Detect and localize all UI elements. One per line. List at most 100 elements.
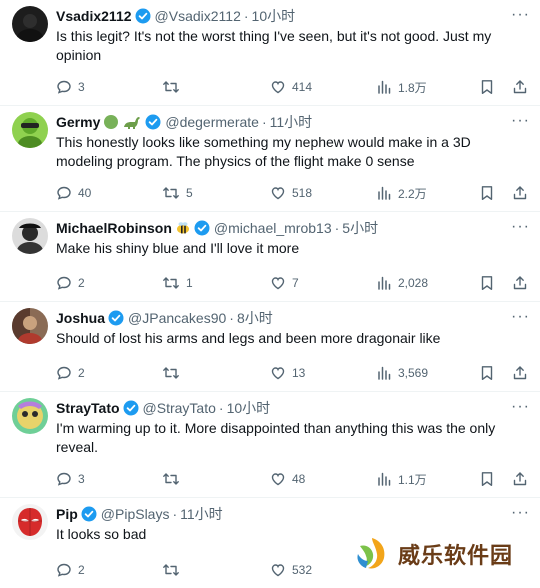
- more-options-icon[interactable]: ···: [511, 308, 530, 326]
- retweet-button[interactable]: 1: [162, 273, 193, 293]
- reply-button[interactable]: 3: [56, 77, 85, 97]
- separator-dot: ·: [243, 8, 249, 24]
- views-count: 1.8万: [398, 80, 427, 95]
- like-count: 414: [292, 80, 313, 94]
- share-button[interactable]: [512, 273, 528, 293]
- timestamp[interactable]: 11小时: [270, 112, 313, 132]
- bookmark-button[interactable]: [480, 77, 494, 97]
- sauropod-emoji-icon: [122, 114, 142, 130]
- avatar[interactable]: [12, 398, 48, 434]
- retweet-button[interactable]: [162, 560, 186, 580]
- reply-tweet[interactable]: StrayTato @StrayTato · 10小时 ··· I'm warm…: [0, 392, 540, 498]
- views-button[interactable]: 3,569: [376, 363, 428, 383]
- reply-count: 2: [78, 366, 85, 380]
- share-button[interactable]: [512, 183, 528, 203]
- author-handle[interactable]: @Vsadix2112: [155, 8, 241, 24]
- author-name[interactable]: Joshua: [56, 310, 105, 326]
- timestamp[interactable]: 10小时: [252, 6, 296, 26]
- reply-tweet[interactable]: Germy @degermerate · 11小时 ··· This hones…: [0, 106, 540, 212]
- bookmark-button[interactable]: [480, 273, 494, 293]
- share-icon: [513, 186, 527, 200]
- avatar[interactable]: [12, 6, 48, 42]
- heart-icon: [271, 187, 285, 200]
- timestamp[interactable]: 11小时: [180, 504, 223, 524]
- avatar[interactable]: [12, 504, 48, 540]
- action-bar: 40 5 518 2.2万: [56, 183, 530, 203]
- more-options-icon[interactable]: ···: [511, 218, 530, 236]
- reply-tweet[interactable]: Joshua @JPancakes90 · 8小时 ··· Should of …: [0, 302, 540, 392]
- site-watermark: 威乐软件园: [348, 532, 518, 576]
- like-button[interactable]: 7: [270, 273, 299, 293]
- verified-badge-icon: [108, 310, 124, 326]
- reply-button[interactable]: 2: [56, 273, 85, 293]
- author-name[interactable]: MichaelRobinson: [56, 220, 172, 236]
- heart-icon: [271, 81, 285, 94]
- share-button[interactable]: [512, 469, 528, 489]
- watermark-text: 威乐软件园: [398, 543, 514, 569]
- reply-button[interactable]: 2: [56, 560, 85, 580]
- views-button[interactable]: 2,028: [376, 273, 428, 293]
- action-bar: 2 1 7 2,028: [56, 273, 530, 293]
- timestamp[interactable]: 10小时: [227, 398, 271, 418]
- retweet-button[interactable]: 5: [162, 183, 193, 203]
- avatar[interactable]: [12, 218, 48, 254]
- author-handle[interactable]: @michael_mrob13: [214, 220, 332, 236]
- retweet-icon: [163, 187, 179, 199]
- reply-icon: [57, 563, 71, 577]
- reply-button[interactable]: 3: [56, 469, 85, 489]
- like-count: 7: [292, 276, 299, 290]
- author-name[interactable]: Pip: [56, 506, 78, 522]
- views-button[interactable]: 2.2万: [376, 183, 427, 203]
- bookmark-button[interactable]: [480, 363, 494, 383]
- author-handle[interactable]: @JPancakes90: [128, 310, 226, 326]
- separator-dot: ·: [261, 114, 267, 130]
- views-button[interactable]: 1.1万: [376, 469, 427, 489]
- retweet-button[interactable]: [162, 363, 186, 383]
- tweet-text: Make his shiny blue and I'll love it mor…: [56, 240, 300, 256]
- views-chart-icon: [378, 276, 391, 290]
- more-options-icon[interactable]: ···: [511, 398, 530, 416]
- reply-icon: [57, 366, 71, 380]
- bee-emoji-icon: [175, 220, 191, 236]
- author-handle[interactable]: @PipSlays: [101, 506, 170, 522]
- author-name[interactable]: Germy: [56, 114, 100, 130]
- like-button[interactable]: 518: [270, 183, 312, 203]
- reply-tweet[interactable]: Vsadix2112 @Vsadix2112 · 10小时 ··· Is thi…: [0, 0, 540, 106]
- author-name[interactable]: StrayTato: [56, 400, 120, 416]
- views-chart-icon: [378, 186, 391, 200]
- bookmark-button[interactable]: [480, 183, 494, 203]
- author-handle[interactable]: @degermerate: [165, 114, 259, 130]
- heart-icon: [271, 473, 285, 486]
- more-options-icon[interactable]: ···: [511, 112, 530, 130]
- like-button[interactable]: 13: [270, 363, 305, 383]
- author-handle[interactable]: @StrayTato: [143, 400, 216, 416]
- reply-button[interactable]: 40: [56, 183, 91, 203]
- views-chart-icon: [378, 366, 391, 380]
- bookmark-button[interactable]: [480, 469, 494, 489]
- retweet-icon: [163, 564, 179, 576]
- share-button[interactable]: [512, 77, 528, 97]
- more-options-icon[interactable]: ···: [511, 504, 530, 522]
- views-count: 2,028: [398, 276, 429, 290]
- reply-tweet[interactable]: MichaelRobinson @michael_mrob13 · 5小时 ··…: [0, 212, 540, 302]
- reply-button[interactable]: 2: [56, 363, 85, 383]
- verified-badge-icon: [135, 8, 151, 24]
- like-button[interactable]: 532: [270, 560, 312, 580]
- like-button[interactable]: 48: [270, 469, 305, 489]
- share-icon: [513, 366, 527, 380]
- timestamp[interactable]: 8小时: [237, 308, 273, 328]
- avatar[interactable]: [12, 308, 48, 344]
- tweet-text: I'm warming up to it. More disappointed …: [56, 420, 496, 455]
- more-options-icon[interactable]: ···: [511, 6, 530, 24]
- retweet-button[interactable]: [162, 77, 186, 97]
- bookmark-icon: [481, 472, 493, 486]
- avatar[interactable]: [12, 112, 48, 148]
- reply-icon: [57, 186, 71, 200]
- timestamp[interactable]: 5小时: [342, 218, 378, 238]
- like-button[interactable]: 414: [270, 77, 312, 97]
- retweet-button[interactable]: [162, 469, 186, 489]
- share-button[interactable]: [512, 363, 528, 383]
- views-count: 3,569: [398, 366, 429, 380]
- views-button[interactable]: 1.8万: [376, 77, 427, 97]
- author-name[interactable]: Vsadix2112: [56, 8, 132, 24]
